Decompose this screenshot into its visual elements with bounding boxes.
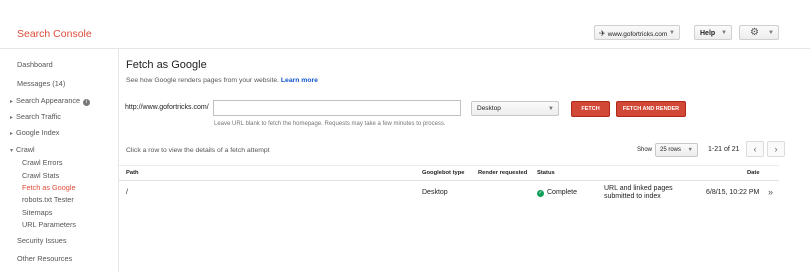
chevron-down-icon: ▼ xyxy=(721,30,727,36)
chevron-down-icon: ▼ xyxy=(669,30,675,36)
sidebar-item-label: Search Traffic xyxy=(16,112,61,121)
fetch-button[interactable]: FETCH xyxy=(571,101,610,117)
chevron-down-icon: ▼ xyxy=(768,30,774,36)
sidebar-item-security-issues[interactable]: Security Issues xyxy=(17,236,66,245)
rows-label: 25 rows xyxy=(660,147,682,153)
sidebar-item-crawl-errors[interactable]: Crawl Errors xyxy=(22,158,63,167)
previous-page-button[interactable]: ‹ xyxy=(746,141,764,157)
row-googlebot-type: Desktop xyxy=(422,189,448,196)
column-header-date: Date xyxy=(747,170,760,176)
column-header-path: Path xyxy=(126,170,139,176)
chevron-down-icon: ▼ xyxy=(687,147,693,153)
page-title: Fetch as Google xyxy=(126,59,207,71)
row-path: / xyxy=(126,189,128,196)
gear-icon: ⚙ xyxy=(750,27,759,38)
show-label: Show xyxy=(637,147,653,153)
row-note-line2: submitted to index xyxy=(604,193,661,200)
sidebar-item-google-index[interactable]: ▸ Google Index xyxy=(10,128,59,137)
table-top-divider xyxy=(119,165,779,166)
settings-button[interactable]: ⚙ ▼ xyxy=(739,25,779,40)
sidebar-item-crawl[interactable]: ▾ Crawl xyxy=(10,145,35,154)
sidebar-item-label: Google Index xyxy=(16,128,60,137)
double-chevron-right-icon[interactable]: » xyxy=(768,187,773,197)
chevron-right-icon: ▸ xyxy=(10,99,14,105)
fetch-and-render-button[interactable]: FETCH AND RENDER xyxy=(616,101,686,117)
sidebar-item-robots-tester[interactable]: robots.txt Tester xyxy=(22,195,74,204)
chevron-right-icon: › xyxy=(774,144,778,154)
next-page-button[interactable]: › xyxy=(767,141,785,157)
sidebar-item-search-traffic[interactable]: ▸ Search Traffic xyxy=(10,112,61,121)
rows-per-page-select[interactable]: 25 rows ▼ xyxy=(655,143,698,157)
help-label: Help xyxy=(700,30,716,37)
sidebar-item-other-resources[interactable]: Other Resources xyxy=(17,254,72,263)
sidebar-item-dashboard[interactable]: Dashboard xyxy=(17,60,53,69)
sidebar-item-fetch-as-google[interactable]: Fetch as Google xyxy=(22,183,76,192)
url-hint: Leave URL blank to fetch the homepage. R… xyxy=(214,121,446,127)
sidebar-item-url-parameters[interactable]: URL Parameters xyxy=(22,220,76,229)
site-icon: ✈ xyxy=(599,29,606,38)
learn-more-link[interactable]: Learn more xyxy=(281,77,318,84)
device-label: Desktop xyxy=(477,105,501,112)
row-status: ✓ Complete xyxy=(537,189,577,197)
site-selector[interactable]: ✈ www.gofortricks.com ▼ xyxy=(594,25,680,40)
check-circle-icon: ✓ xyxy=(537,190,544,197)
chevron-down-icon: ▾ xyxy=(10,148,14,154)
chevron-right-icon: ▸ xyxy=(10,115,14,121)
sidebar-item-sitemaps[interactable]: Sitemaps xyxy=(22,208,52,217)
table-hint: Click a row to view the details of a fet… xyxy=(126,147,270,154)
top-bar xyxy=(0,0,810,18)
site-label: www.gofortricks.com xyxy=(607,31,668,38)
pagination-range: 1-21 of 21 xyxy=(708,146,740,153)
sidebar-item-crawl-stats[interactable]: Crawl Stats xyxy=(22,171,59,180)
column-header-status: Status xyxy=(537,170,555,176)
sidebar-item-label: Search Appearance xyxy=(16,96,81,105)
sidebar-item-label: Crawl xyxy=(16,145,35,154)
table-header-divider xyxy=(119,180,779,181)
column-header-googlebot-type: Googlebot type xyxy=(422,170,465,176)
url-input[interactable] xyxy=(213,100,461,116)
brand-title[interactable]: Search Console xyxy=(17,28,92,40)
info-icon[interactable]: i xyxy=(83,99,91,106)
column-header-render-requested: Render requested xyxy=(478,170,528,176)
header: Search Console ✈ www.gofortricks.com ▼ He… xyxy=(0,18,810,49)
row-note-line1: URL and linked pages xyxy=(604,185,673,192)
url-prefix: http://www.gofortricks.com/ xyxy=(125,104,209,111)
chevron-left-icon: ‹ xyxy=(753,144,757,154)
sidebar-item-messages[interactable]: Messages (14) xyxy=(17,79,65,88)
help-button[interactable]: Help ▼ xyxy=(694,25,732,40)
page-description: See how Google renders pages from your w… xyxy=(126,77,318,84)
row-date: 6/8/15, 10:22 PM xyxy=(706,189,760,196)
sidebar-item-search-appearance[interactable]: ▸ Search Appearance i xyxy=(10,96,91,106)
chevron-down-icon: ▼ xyxy=(548,106,554,112)
status-label: Complete xyxy=(547,189,577,196)
description-text: See how Google renders pages from your w… xyxy=(126,77,280,84)
chevron-right-icon: ▸ xyxy=(10,131,14,137)
device-select[interactable]: Desktop ▼ xyxy=(471,101,559,116)
